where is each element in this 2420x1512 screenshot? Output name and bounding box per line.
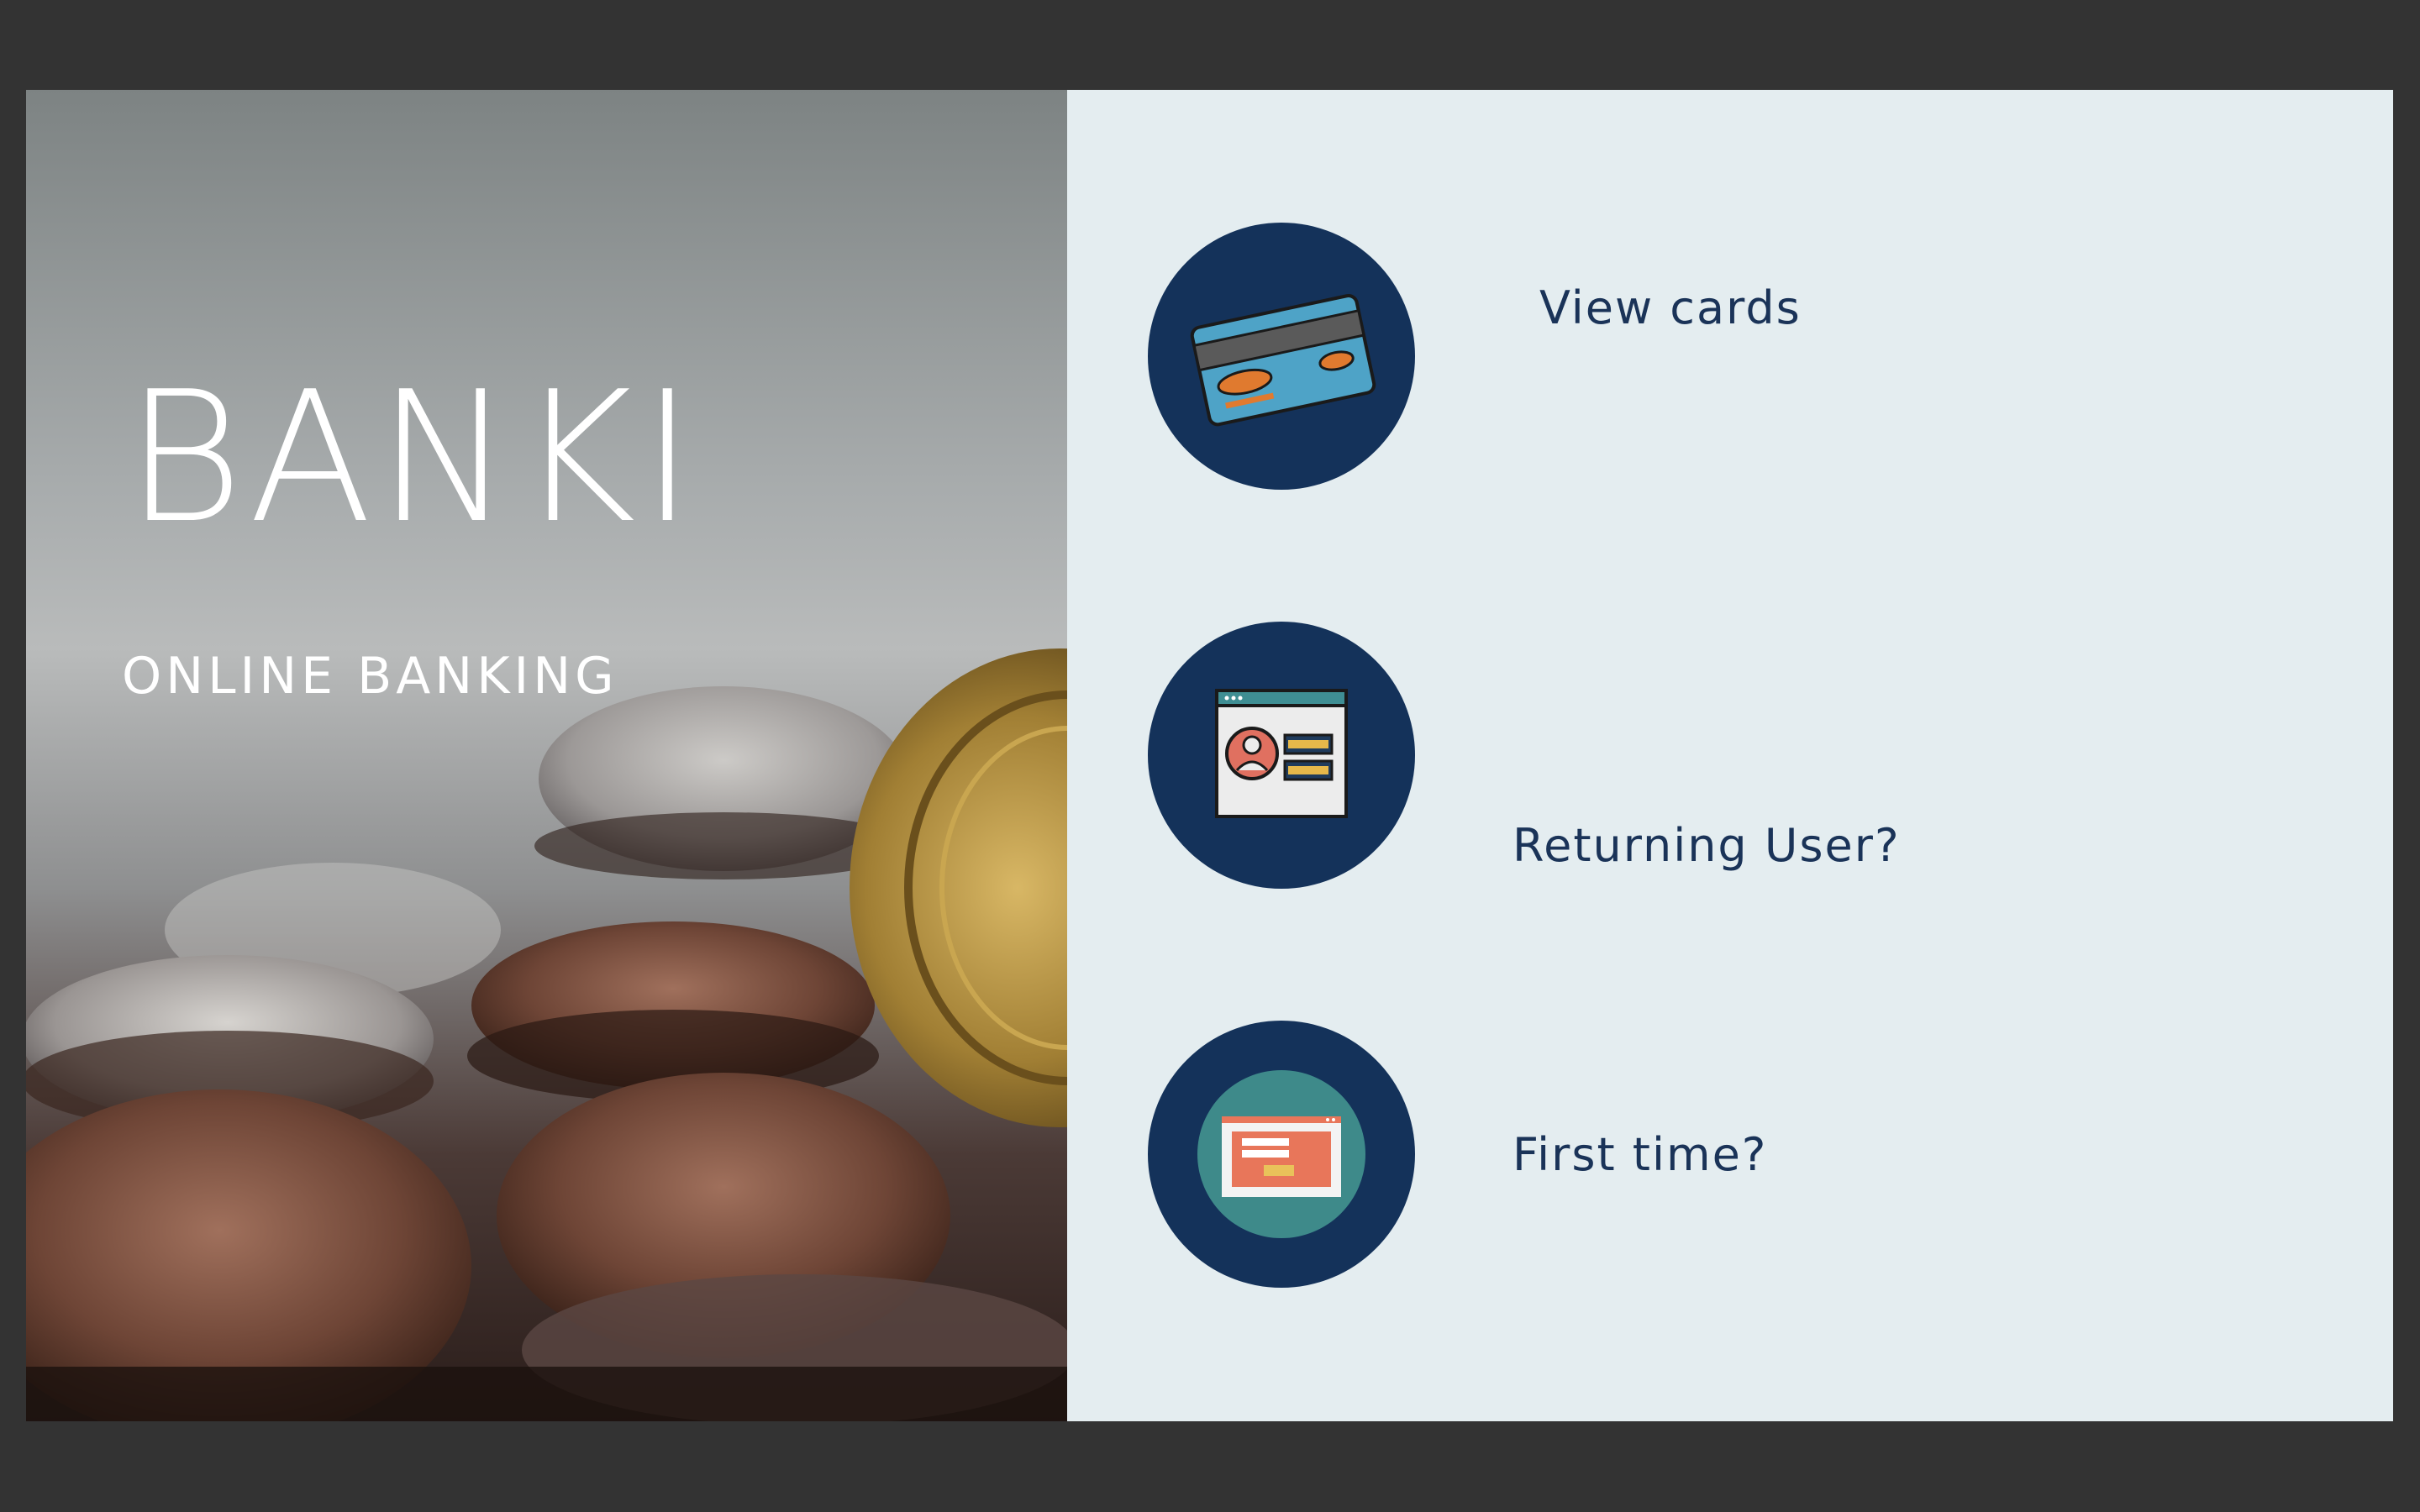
returning-user-option[interactable]: Returning User? xyxy=(1067,622,2393,890)
returning-user-icon-circle[interactable] xyxy=(1148,622,1415,889)
first-time-option[interactable]: First time? xyxy=(1067,1021,2393,1289)
login-form-window-icon xyxy=(1197,1070,1365,1238)
view-cards-icon-circle[interactable] xyxy=(1148,223,1415,490)
first-time-icon-circle[interactable] xyxy=(1148,1021,1415,1288)
coins-photo xyxy=(26,648,1067,1421)
user-profile-window-icon xyxy=(1215,689,1348,818)
returning-user-label[interactable]: Returning User? xyxy=(1512,819,1901,872)
brand-title: BANKI xyxy=(125,352,700,563)
view-cards-label[interactable]: View cards xyxy=(1539,281,1802,334)
view-cards-option[interactable]: View cards xyxy=(1067,223,2393,491)
app-frame: BANKI ONLINE BANKING View cards Returnin… xyxy=(26,90,2393,1421)
brand-subtitle: ONLINE BANKING xyxy=(122,647,618,706)
first-time-label[interactable]: First time? xyxy=(1512,1128,1767,1181)
options-panel: View cards Returning User? First time? xyxy=(1067,90,2393,1421)
hero-image-panel: BANKI ONLINE BANKING xyxy=(26,90,1067,1421)
credit-card-icon xyxy=(1190,294,1376,427)
